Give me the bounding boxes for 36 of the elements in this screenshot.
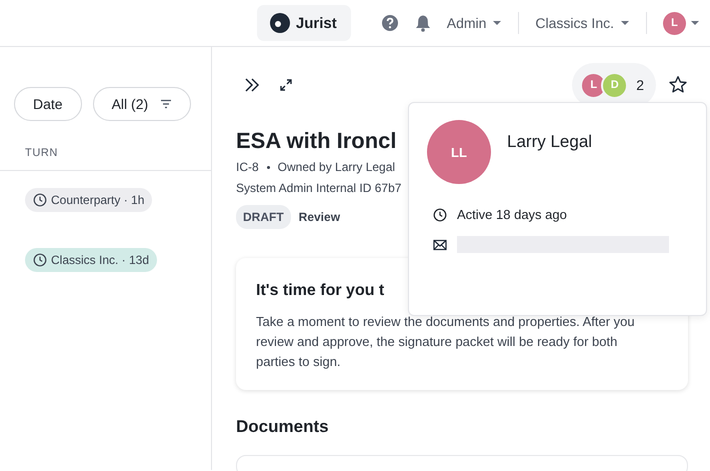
clock-icon xyxy=(433,208,447,222)
viewer-avatar: D xyxy=(601,72,628,98)
clock-icon xyxy=(33,193,47,207)
document-id: IC-8 xyxy=(236,160,259,174)
mail-icon xyxy=(433,238,447,250)
owner-label: Owned by Larry Legal xyxy=(278,160,396,174)
caret-icon xyxy=(492,20,502,26)
clock-icon xyxy=(33,253,47,267)
turn-tag: Classics Inc. · 13d xyxy=(25,248,158,272)
section-heading: Documents xyxy=(236,417,330,437)
caret-icon xyxy=(620,20,630,26)
menu-dropdown[interactable]: Admin xyxy=(446,15,502,31)
internal-id: System Admin Internal ID 67b7 xyxy=(236,181,402,195)
user-avatar: LL xyxy=(427,120,491,184)
bell-icon[interactable] xyxy=(414,14,431,32)
star-icon[interactable] xyxy=(668,75,688,95)
fullscreen-icon[interactable] xyxy=(280,79,292,91)
status-badge: DRAFT xyxy=(236,205,291,229)
menu-dropdown[interactable]: Classics Inc. xyxy=(535,15,630,31)
sort-button[interactable]: Date xyxy=(14,87,82,121)
turn-tag: Counterparty · 1h xyxy=(25,188,152,212)
separator-dot xyxy=(266,166,270,168)
column-header: TURN xyxy=(25,147,58,159)
help-icon[interactable] xyxy=(380,14,399,32)
notice-text: Take a moment to review the documents and properties. After you review and approve, the signature packet will be ready for both parties to sign. xyxy=(256,313,636,371)
expand-panel-icon[interactable] xyxy=(244,78,260,92)
activity-label: Active 18 days ago xyxy=(457,207,567,222)
caret-icon xyxy=(690,20,700,26)
logo-icon xyxy=(270,13,290,33)
workspace-button[interactable]: Jurist xyxy=(256,5,351,41)
filter-icon xyxy=(160,99,172,109)
notice-title: It's time for you t xyxy=(256,282,386,300)
filter-dropdown[interactable]: All (2) xyxy=(92,87,192,121)
stage-label: Review xyxy=(298,210,340,224)
user-name: Larry Legal xyxy=(507,132,592,152)
document-title: ESA with Ironcl xyxy=(236,128,397,154)
